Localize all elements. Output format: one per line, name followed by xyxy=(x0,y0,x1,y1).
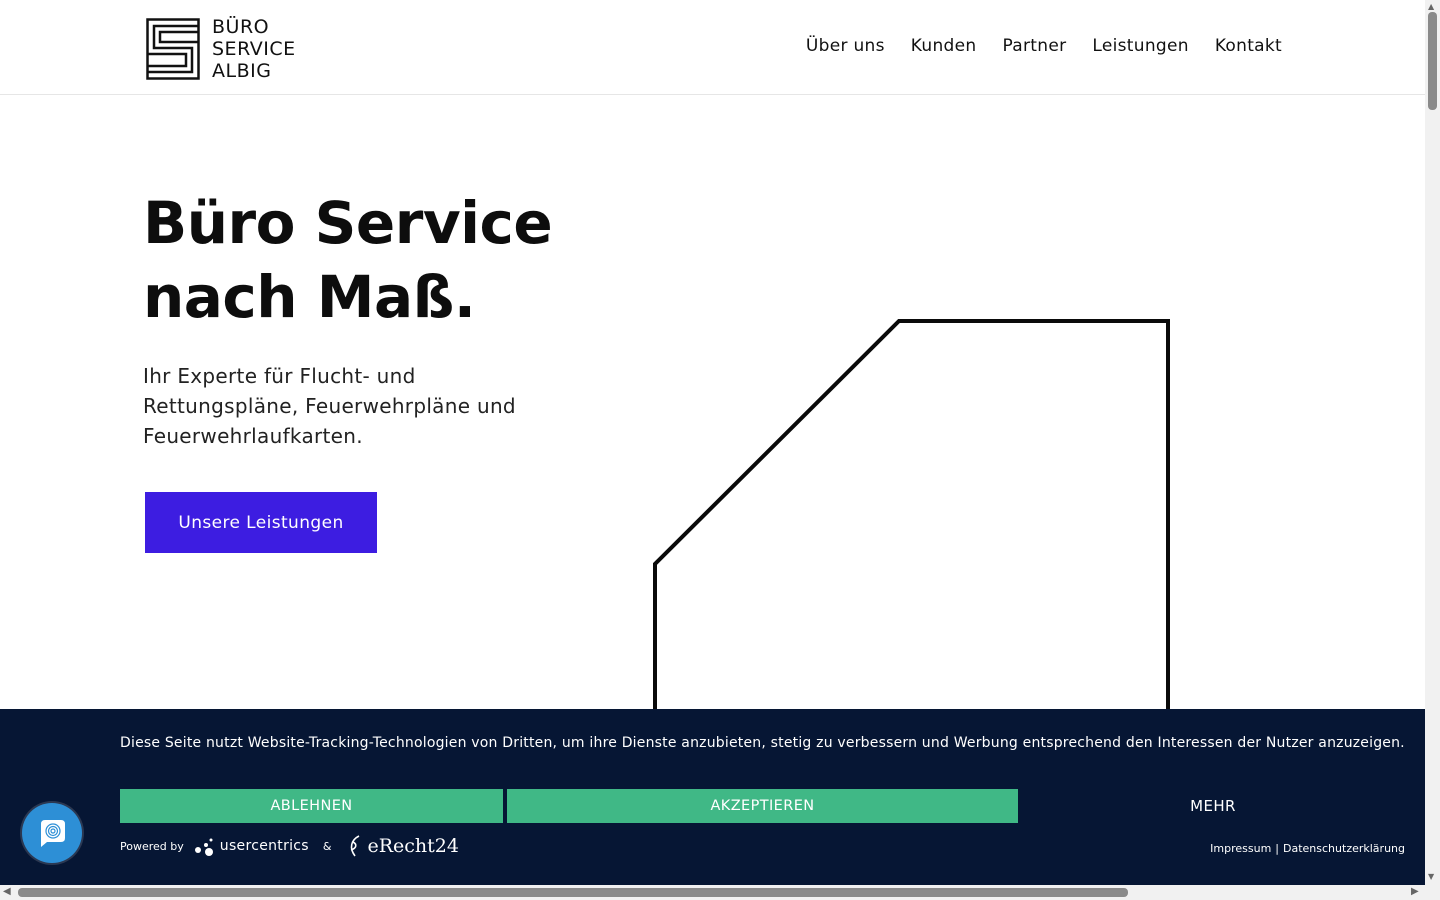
legal-links: Impressum | Datenschutzerklärung xyxy=(1210,842,1405,855)
erecht24-label: eRecht24 xyxy=(367,835,459,857)
powered-by-label: Powered by xyxy=(120,839,184,853)
horizontal-scrollbar-thumb[interactable] xyxy=(18,888,1128,897)
scrollbar-corner xyxy=(1425,885,1440,900)
hero-floorplan-graphic xyxy=(653,319,1170,720)
erecht24-mark-icon xyxy=(351,835,360,857)
usercentrics-dots-icon xyxy=(194,838,213,856)
hero-subtitle: Ihr Experte für Flucht- und Rettungsplän… xyxy=(143,361,563,451)
horizontal-scrollbar[interactable]: ◀ ▶ xyxy=(0,885,1425,900)
powered-by: Powered by usercentrics & eRecht24 xyxy=(120,834,459,858)
privacy-link[interactable]: Datenschutzerklärung xyxy=(1283,842,1405,855)
page: BÜRO SERVICE ALBIG Über uns Kunden Partn… xyxy=(0,0,1425,885)
logo-mark-icon xyxy=(146,18,200,80)
nav-item-leistungen[interactable]: Leistungen xyxy=(1092,36,1188,56)
cookie-banner-text: Diese Seite nutzt Website-Tracking-Techn… xyxy=(120,735,1405,751)
logo-line-buero: BÜRO xyxy=(212,16,270,38)
erecht24-logo[interactable]: eRecht24 xyxy=(345,834,459,858)
nav-item-kontakt[interactable]: Kontakt xyxy=(1215,36,1282,56)
impressum-link[interactable]: Impressum xyxy=(1210,842,1271,855)
usercentrics-label: usercentrics xyxy=(219,838,309,854)
scroll-up-arrow-icon[interactable]: ▲ xyxy=(1428,2,1434,11)
main-nav: Über uns Kunden Partner Leistungen Konta… xyxy=(806,36,1282,56)
logo-text: BÜRO SERVICE ALBIG xyxy=(212,16,296,82)
vertical-scrollbar-thumb[interactable] xyxy=(1428,12,1437,110)
scroll-left-arrow-icon[interactable]: ◀ xyxy=(3,886,11,897)
site-header: BÜRO SERVICE ALBIG Über uns Kunden Partn… xyxy=(0,0,1425,95)
hero-title: Büro Service nach Maß. xyxy=(143,186,663,334)
cta-unsere-leistungen-button[interactable]: Unsere Leistungen xyxy=(145,492,377,553)
hero-subtitle-line-3: Feuerwehrlaufkarten. xyxy=(143,424,363,448)
legal-separator: | xyxy=(1275,842,1280,855)
nav-item-ueber-uns[interactable]: Über uns xyxy=(806,36,885,56)
accept-button[interactable]: AKZEPTIEREN xyxy=(507,789,1018,823)
cookie-banner: Diese Seite nutzt Website-Tracking-Techn… xyxy=(0,709,1425,885)
logo-line-albig: ALBIG xyxy=(212,60,272,82)
logo-line-service: SERVICE xyxy=(212,38,296,60)
nav-item-partner[interactable]: Partner xyxy=(1002,36,1066,56)
scroll-down-arrow-icon[interactable]: ▼ xyxy=(1428,872,1434,881)
vertical-scrollbar[interactable]: ▲ ▼ xyxy=(1425,0,1440,885)
hero-title-line-1: Büro Service xyxy=(143,189,553,257)
decline-button[interactable]: ABLEHNEN xyxy=(120,789,503,823)
more-button[interactable]: MEHR xyxy=(1018,789,1408,823)
site-logo[interactable]: BÜRO SERVICE ALBIG xyxy=(146,16,296,82)
fingerprint-icon xyxy=(41,820,65,847)
nav-item-kunden[interactable]: Kunden xyxy=(911,36,977,56)
hero-subtitle-line-1: Ihr Experte für Flucht- und xyxy=(143,364,416,388)
hero-subtitle-line-2: Rettungspläne, Feuerwehrpläne und xyxy=(143,394,516,418)
ampersand: & xyxy=(322,839,332,853)
hero-title-line-2: nach Maß. xyxy=(143,263,476,331)
privacy-settings-button[interactable] xyxy=(22,803,82,863)
scroll-right-arrow-icon[interactable]: ▶ xyxy=(1411,886,1419,897)
usercentrics-logo[interactable]: usercentrics xyxy=(194,835,309,857)
